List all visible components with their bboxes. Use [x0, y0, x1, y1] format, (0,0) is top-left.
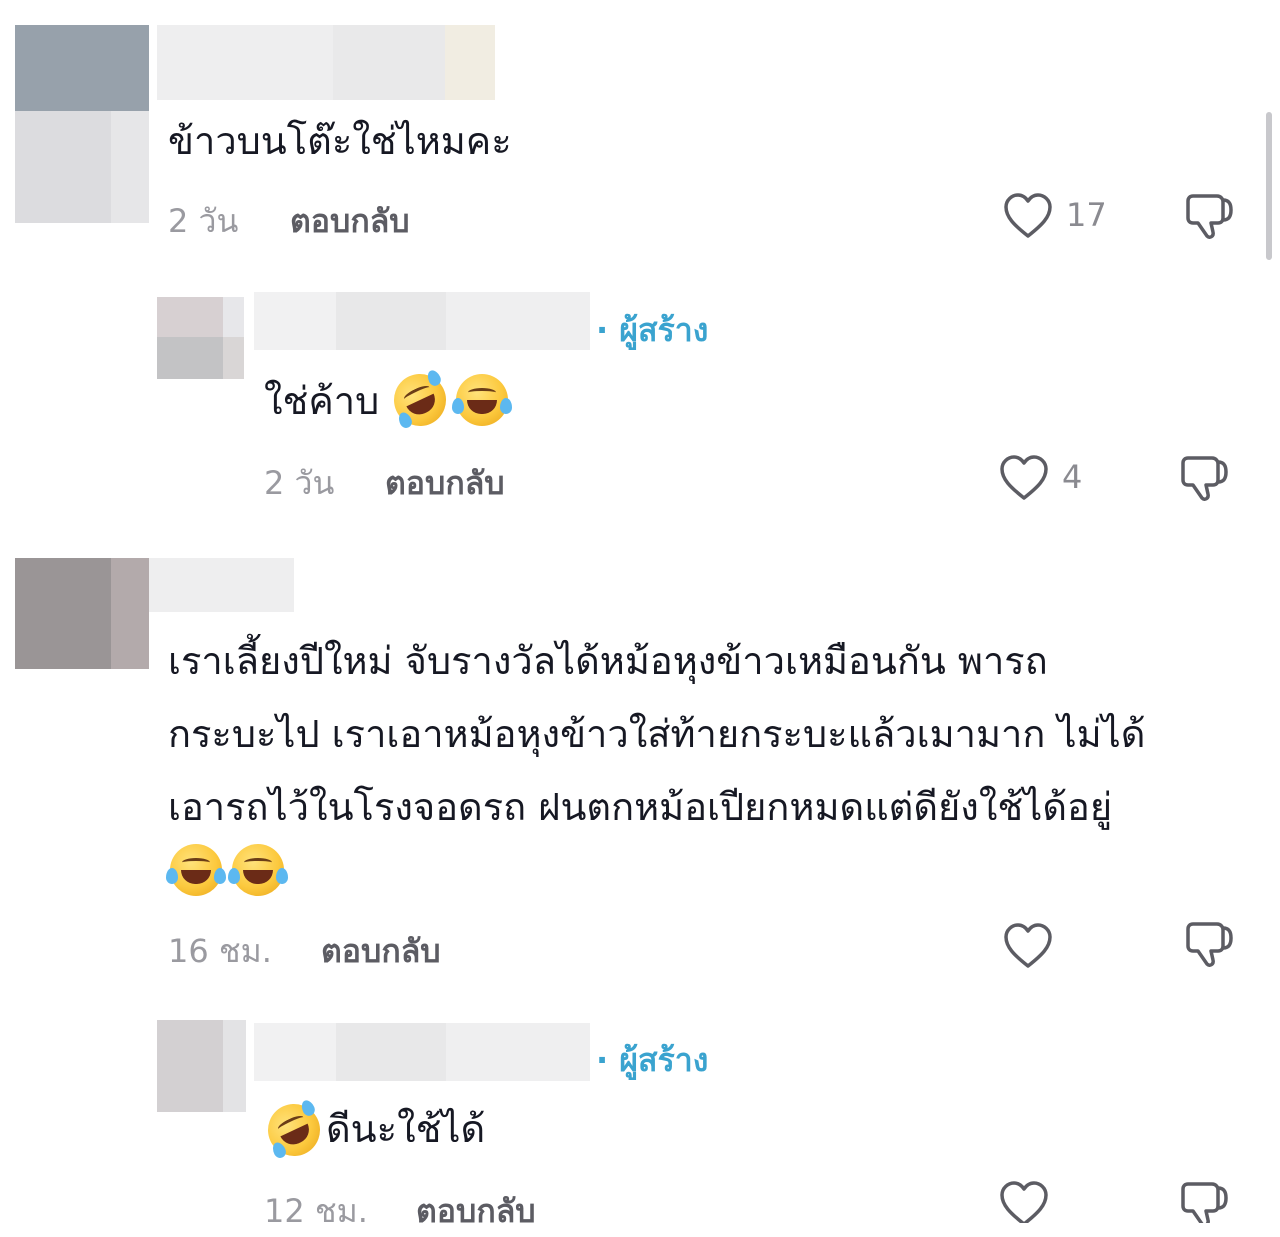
face-with-tears-of-joy-emoji: [228, 844, 288, 896]
thumbs-down-icon: [1186, 922, 1233, 967]
reply-button[interactable]: ตอบกลับ: [385, 458, 505, 509]
rolling-on-floor-laughing-emoji: [259, 1095, 329, 1165]
comment-text: เราเลี้ยงปีใหม่ จับรางวัลได้หม้อหุงข้าวเ…: [168, 630, 1145, 838]
avatar[interactable]: [157, 1020, 246, 1112]
reply-button[interactable]: ตอบกลับ: [416, 1186, 536, 1237]
like-button[interactable]: [998, 454, 1050, 502]
face-with-tears-of-joy-emoji: [166, 844, 226, 896]
comment-time: 2 วัน: [168, 202, 239, 240]
username-blurred[interactable]: [254, 1023, 590, 1081]
reply-button[interactable]: ตอบกลับ: [321, 926, 441, 977]
like-count: 4: [1062, 458, 1083, 496]
reply-time: 2 วัน: [264, 464, 335, 502]
dislike-button[interactable]: [1178, 452, 1230, 504]
heart-outline-icon: [1000, 455, 1048, 500]
thumbs-down-icon: [1181, 456, 1228, 501]
heart-outline-icon: [1000, 1181, 1048, 1223]
creator-badge: · ผู้สร้าง: [596, 1041, 709, 1079]
rolling-on-floor-laughing-emoji: [385, 365, 455, 435]
reply-text: ใช่ค้าบ: [264, 379, 380, 423]
username-blurred[interactable]: [157, 25, 495, 100]
creator-badge: · ผู้สร้าง: [596, 311, 709, 349]
like-button[interactable]: [998, 1180, 1050, 1223]
like-count: 17: [1066, 196, 1107, 234]
reply-time: 12 ชม.: [264, 1192, 368, 1230]
username-blurred[interactable]: [149, 558, 294, 612]
heart-outline-icon: [1004, 193, 1052, 238]
comment-text: ข้าวบนโต๊ะใช่ไหมคะ: [168, 119, 512, 163]
avatar[interactable]: [15, 25, 149, 223]
heart-outline-icon: [1004, 923, 1052, 968]
dislike-button[interactable]: [1178, 1178, 1230, 1223]
comment-line: กระบะไป เราเอาหม้อหุงข้าวใส่ท้ายกระบะแล้…: [168, 712, 1146, 756]
scrollbar[interactable]: [1266, 112, 1272, 260]
dislike-button[interactable]: [1183, 190, 1235, 242]
reply-text: ดีนะใช้ได้: [326, 1107, 486, 1151]
username-blurred[interactable]: [254, 292, 590, 350]
face-with-tears-of-joy-emoji: [452, 374, 512, 426]
like-button[interactable]: [1002, 192, 1054, 240]
thumbs-down-icon: [1186, 194, 1233, 239]
comment-time: 16 ชม.: [168, 932, 272, 970]
avatar[interactable]: [15, 558, 149, 669]
dislike-button[interactable]: [1183, 918, 1235, 970]
like-button[interactable]: [1002, 922, 1054, 970]
comment-line: เอารถไว้ในโรงจอดรถ ฝนตกหม้อเปียกหมดแต่ดี…: [168, 785, 1113, 829]
thumbs-down-icon: [1181, 1182, 1228, 1223]
avatar[interactable]: [157, 297, 244, 379]
comment-line: เราเลี้ยงปีใหม่ จับรางวัลได้หม้อหุงข้าวเ…: [168, 639, 1048, 683]
reply-button[interactable]: ตอบกลับ: [290, 196, 410, 247]
